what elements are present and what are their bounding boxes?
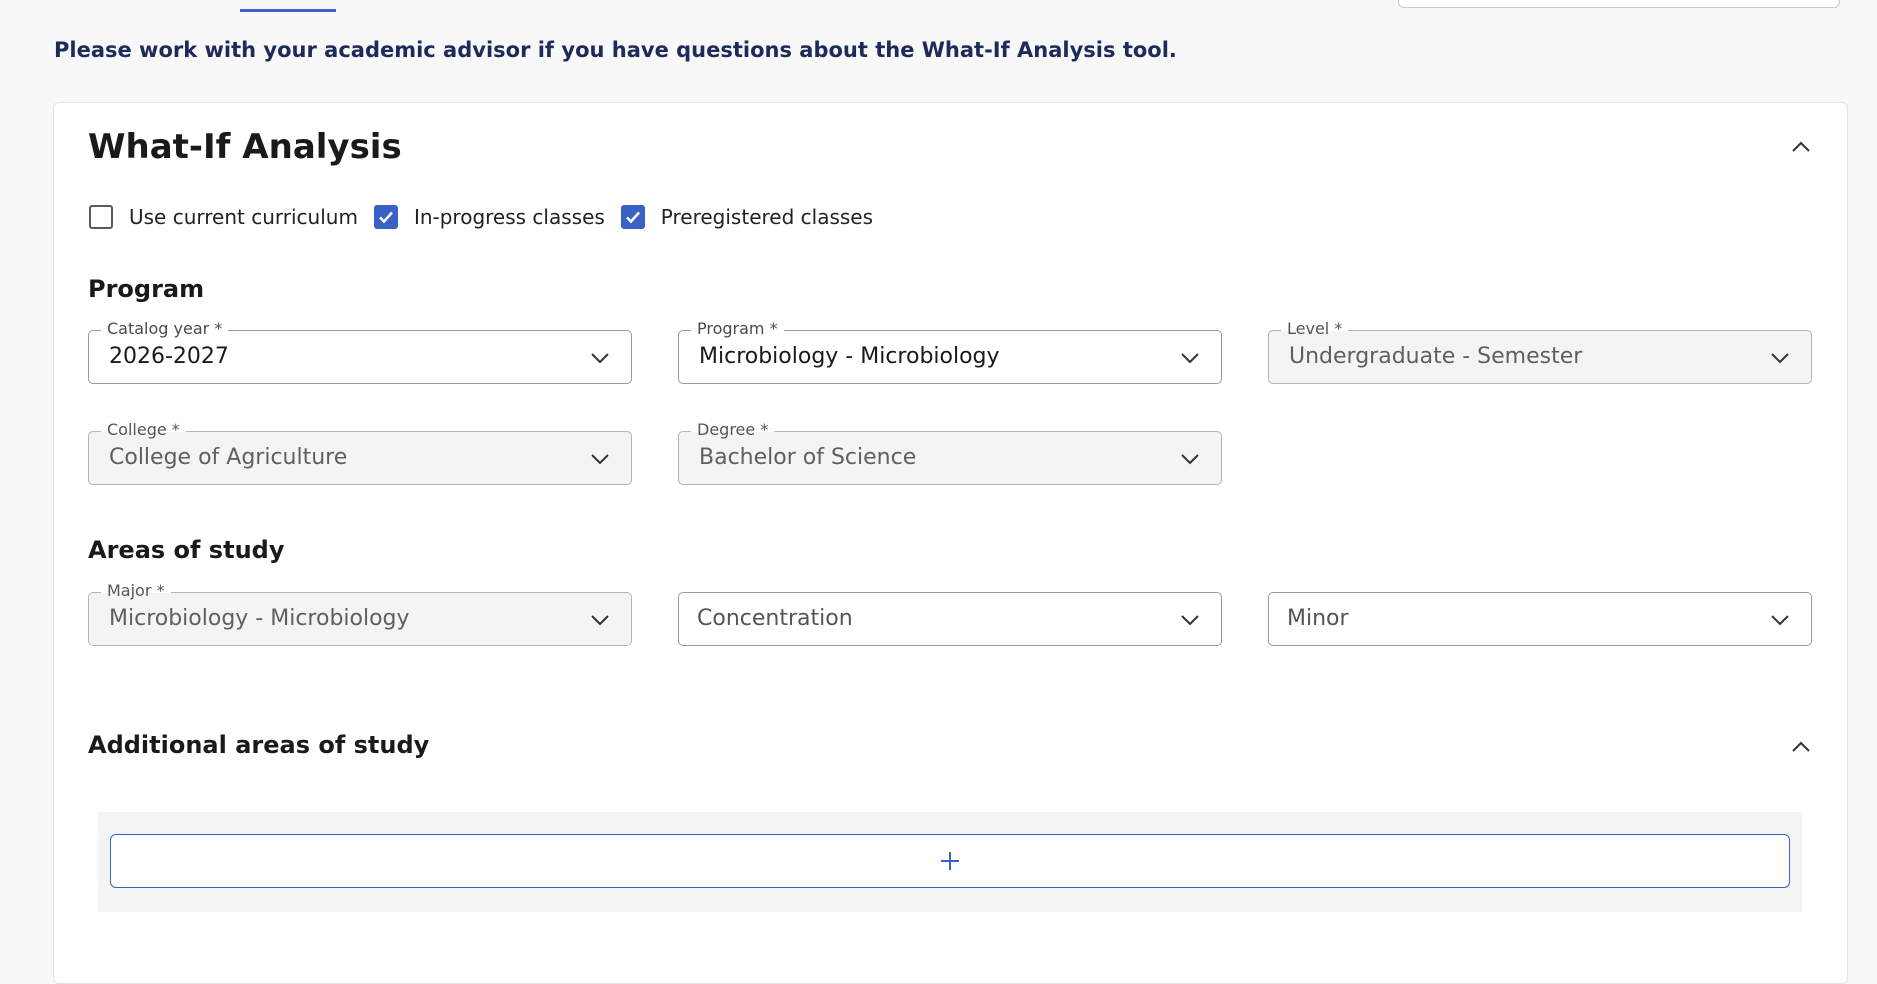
field-placeholder: Minor [1287, 606, 1349, 631]
field-value: 2026-2027 [109, 344, 229, 369]
areas-section-title: Areas of study [88, 536, 285, 564]
field-value: College of Agriculture [109, 445, 348, 470]
additional-areas-title: Additional areas of study [88, 731, 430, 759]
top-search-field[interactable] [1398, 0, 1840, 8]
chevron-down-icon [591, 353, 609, 364]
catalog-year-select[interactable]: Catalog year * 2026-2027 [88, 319, 632, 384]
field-value: Undergraduate - Semester [1289, 344, 1583, 369]
chevron-down-icon [1181, 353, 1199, 364]
field-value: Bachelor of Science [699, 445, 917, 470]
major-select[interactable]: Major * Microbiology - Microbiology [88, 581, 632, 646]
preregistered-classes-checkbox[interactable]: Preregistered classes [620, 205, 874, 229]
checkbox-unchecked-icon [89, 205, 113, 229]
checkbox-label: Use current curriculum [129, 205, 358, 229]
field-label: Catalog year * [101, 319, 229, 339]
minor-select[interactable]: Minor [1268, 592, 1812, 646]
field-value: Microbiology - Microbiology [109, 606, 410, 631]
degree-select[interactable]: Degree * Bachelor of Science [678, 420, 1222, 485]
field-label: Level * [1281, 319, 1349, 339]
add-area-of-study-button[interactable] [110, 834, 1790, 888]
options-row: Use current curriculum In-progress class… [89, 205, 889, 229]
chevron-down-icon [1771, 353, 1789, 364]
field-label: Major * [101, 581, 171, 601]
field-placeholder: Concentration [697, 606, 853, 631]
what-if-card: What-If Analysis Use current curriculum … [53, 102, 1848, 984]
program-select[interactable]: Program * Microbiology - Microbiology [678, 319, 1222, 384]
checkbox-checked-icon [620, 205, 645, 229]
chevron-up-icon [1792, 741, 1810, 752]
college-select[interactable]: College * College of Agriculture [88, 420, 632, 485]
program-section-title: Program [88, 275, 205, 303]
field-label: College * [101, 420, 186, 440]
field-label: Program * [691, 319, 784, 339]
card-title: What-If Analysis [88, 127, 402, 167]
in-progress-classes-checkbox[interactable]: In-progress classes [373, 205, 605, 229]
checkbox-label: Preregistered classes [660, 205, 874, 229]
chevron-down-icon [1181, 454, 1199, 465]
chevron-down-icon [591, 615, 609, 626]
chevron-down-icon [1771, 615, 1789, 626]
collapse-additional-areas-button[interactable] [1787, 733, 1815, 761]
checkbox-checked-icon [373, 205, 398, 229]
plus-icon [941, 852, 959, 870]
collapse-what-if-button[interactable] [1787, 133, 1815, 161]
use-current-curriculum-checkbox[interactable]: Use current curriculum [89, 205, 358, 229]
field-value: Microbiology - Microbiology [699, 344, 1000, 369]
level-select[interactable]: Level * Undergraduate - Semester [1268, 319, 1812, 384]
concentration-select[interactable]: Concentration [678, 592, 1222, 646]
chevron-up-icon [1792, 141, 1810, 152]
checkbox-label: In-progress classes [413, 205, 605, 229]
active-tab-indicator [240, 9, 336, 12]
additional-areas-panel [98, 812, 1802, 912]
advisor-notice: Please work with your academic advisor i… [54, 38, 1177, 62]
field-label: Degree * [691, 420, 775, 440]
chevron-down-icon [591, 454, 609, 465]
chevron-down-icon [1181, 615, 1199, 626]
